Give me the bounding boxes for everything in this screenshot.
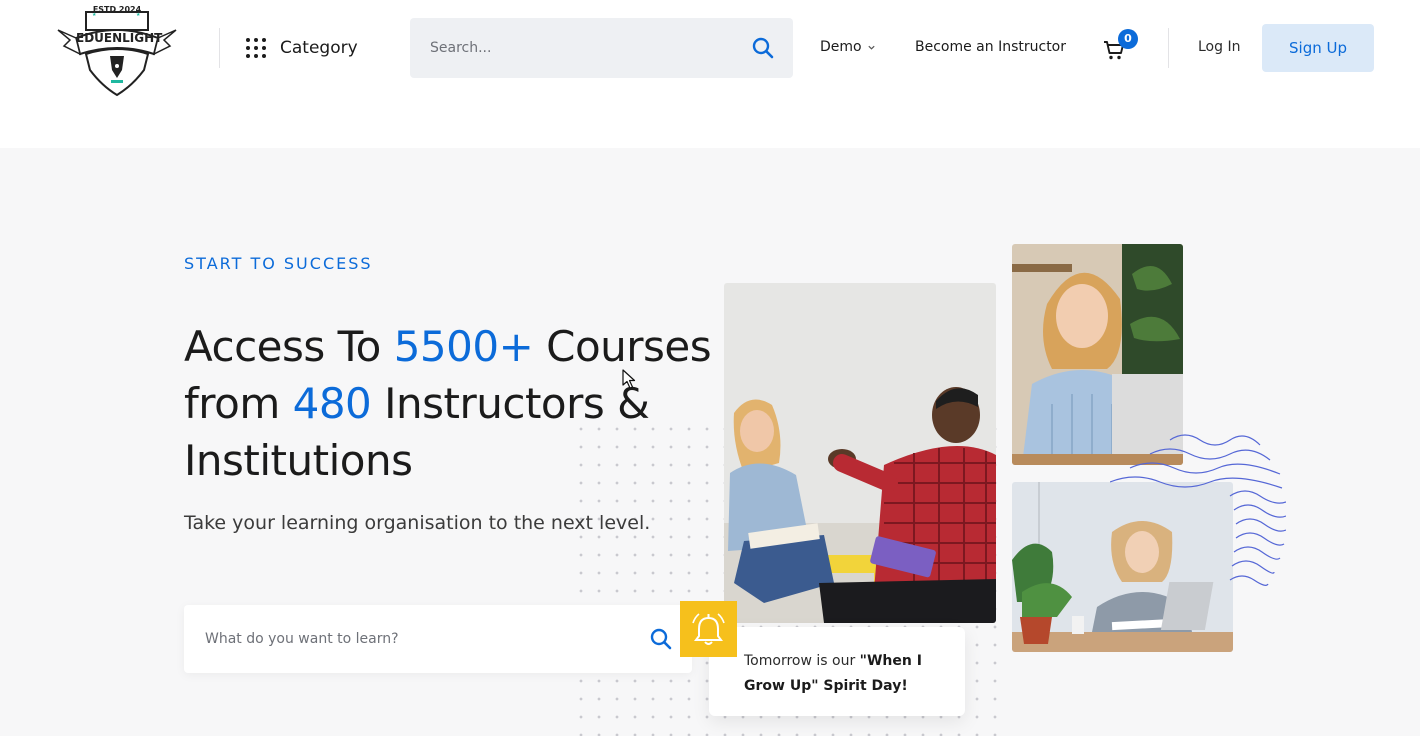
headline-courses-count: 5500+: [393, 322, 534, 371]
demo-menu-link[interactable]: Demo: [820, 39, 876, 55]
notification-text: Tomorrow is our "When I Grow Up" Spirit …: [744, 649, 944, 699]
chevron-down-icon: [867, 45, 875, 50]
notification-card: Tomorrow is our "When I Grow Up" Spirit …: [709, 627, 965, 716]
header-search-box: [410, 18, 793, 78]
logo-emblem-icon: ★ ★: [57, 11, 177, 97]
notification-prefix: Tomorrow is our: [744, 653, 860, 669]
hero-search-box: [184, 605, 692, 673]
wave-lines-decoration: [1110, 434, 1286, 586]
search-icon[interactable]: [649, 627, 673, 651]
bell-icon: [692, 613, 725, 645]
login-link[interactable]: Log In: [1198, 39, 1240, 55]
logo-top-text: ESTD 2024: [92, 5, 142, 14]
brand-logo[interactable]: ★ ★ ESTD 2024 EDUENLIGHT: [56, 0, 178, 98]
header-divider-right: [1168, 28, 1169, 68]
demo-label: Demo: [820, 39, 862, 55]
logo-name-text: EDUENLIGHT: [76, 31, 163, 45]
header-search-input[interactable]: [430, 36, 730, 60]
category-menu-button[interactable]: Category: [246, 38, 358, 58]
cart-button[interactable]: 0: [1102, 29, 1138, 64]
headline-instructors-count: 480: [292, 379, 372, 428]
notification-bell-button[interactable]: [680, 601, 737, 657]
category-label: Category: [280, 38, 358, 58]
hero-search-input[interactable]: [205, 627, 625, 651]
header-divider-left: [219, 28, 220, 68]
students-discussion-photo: [724, 283, 996, 623]
cart-count-badge: 0: [1118, 29, 1138, 49]
site-header: ★ ★ ESTD 2024 EDUENLIGHT Category Demo B…: [0, 0, 1420, 148]
grid-dots-icon: [246, 38, 266, 58]
search-icon[interactable]: [751, 36, 775, 60]
hero-subtext: Take your learning organisation to the n…: [184, 512, 651, 534]
hero-headline: Access To 5500+ Courses from 480 Instruc…: [184, 318, 744, 489]
signup-button[interactable]: Sign Up: [1262, 24, 1374, 72]
headline-text-1: Access To: [184, 322, 394, 371]
mouse-cursor-icon: [622, 369, 636, 389]
hero-eyebrow: START TO SUCCESS: [184, 254, 373, 273]
become-instructor-link[interactable]: Become an Instructor: [915, 39, 1066, 55]
